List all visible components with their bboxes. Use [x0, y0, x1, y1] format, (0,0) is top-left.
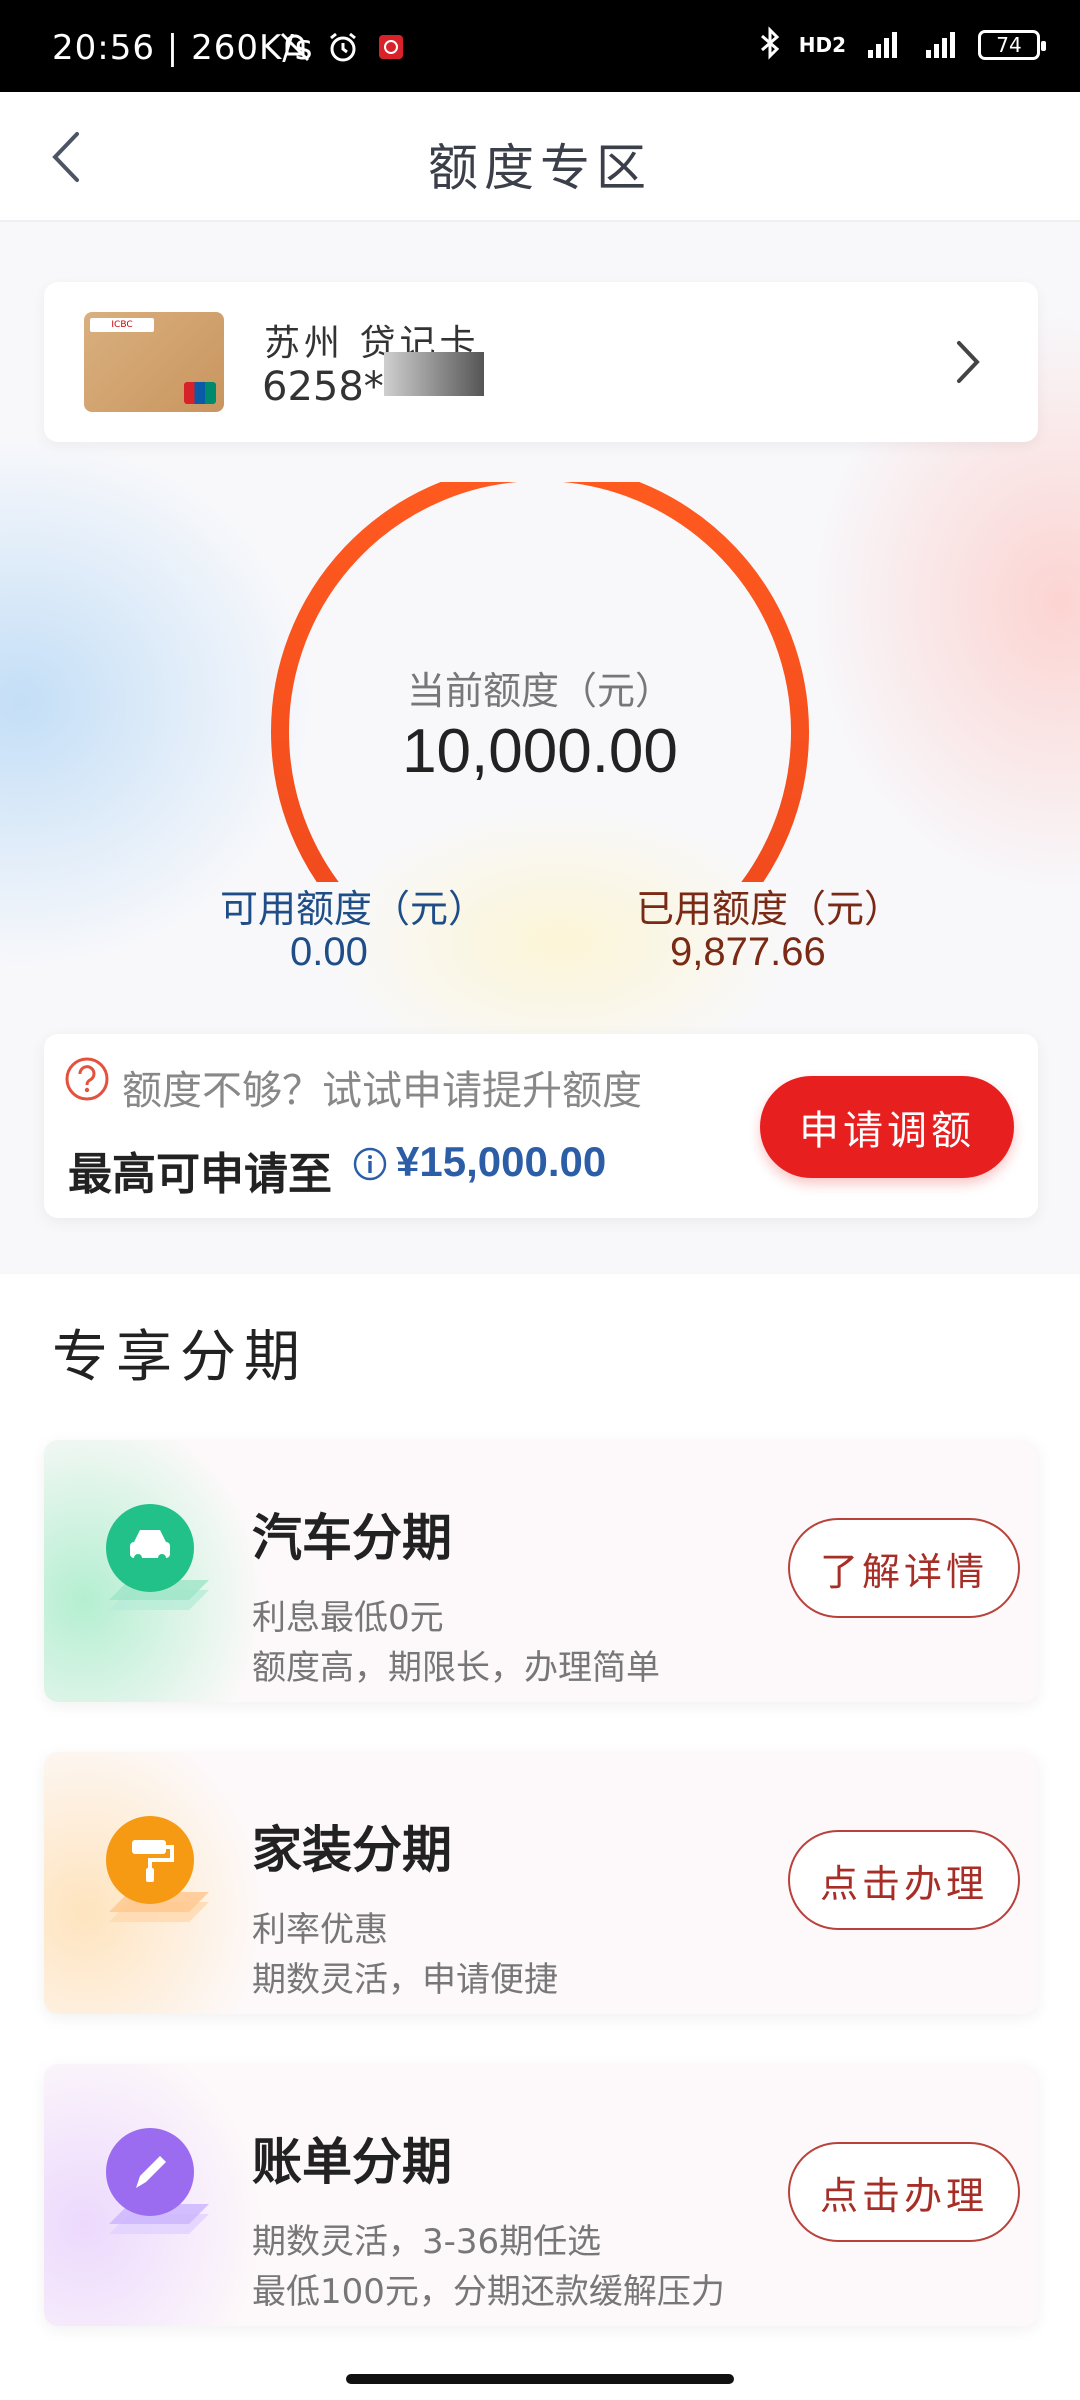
increase-hint: 额度不够？试试申请提升额度	[122, 1068, 642, 1114]
promo-line-2: 最低100元，分期还款缓解压力	[252, 2272, 725, 2312]
apply-now-button[interactable]: 点击办理	[788, 1830, 1020, 1930]
promo-title: 账单分期	[252, 2133, 452, 2191]
bank-logo-icon: ICBC	[90, 318, 154, 332]
used-credit-label: 已用额度（元）	[636, 887, 903, 931]
paint-roller-icon	[106, 1816, 209, 1922]
home-indicator[interactable]	[346, 2374, 734, 2384]
nav-bar: 额度专区	[0, 92, 1080, 222]
bluetooth-icon	[757, 26, 783, 64]
promo-line-1: 利息最低0元	[252, 1598, 444, 1638]
app-notification-icon	[374, 30, 408, 64]
unionpay-logo-icon	[184, 382, 216, 404]
question-icon	[65, 1057, 109, 1101]
promo-line-1: 利率优惠	[252, 1910, 388, 1950]
masked-number	[384, 352, 484, 396]
info-icon[interactable]	[352, 1146, 388, 1182]
card-selector[interactable]: ICBC 苏州 贷记卡 6258**	[44, 282, 1038, 442]
pen-icon	[106, 2128, 209, 2234]
mute-icon	[278, 30, 312, 64]
promo-card-bill[interactable]: 账单分期 期数灵活，3-36期任选 最低100元，分期还款缓解压力 点击办理	[44, 2064, 1038, 2326]
promo-line-1: 期数灵活，3-36期任选	[252, 2222, 602, 2262]
available-credit-label: 可用额度（元）	[220, 887, 487, 931]
current-credit-value: 10,000.00	[402, 717, 678, 786]
available-credit-value: 0.00	[290, 930, 368, 974]
alarm-icon	[326, 30, 360, 64]
section-title: 专享分期	[52, 1325, 308, 1390]
promo-line-2: 额度高，期限长，办理简单	[252, 1648, 660, 1688]
signal-5g-icon	[920, 26, 962, 64]
status-bar: 20:56 | 260K/s HD2 74	[0, 0, 1080, 92]
promo-card-home[interactable]: 家装分期 利率优惠 期数灵活，申请便捷 点击办理	[44, 1752, 1038, 2014]
promo-card-car[interactable]: 汽车分期 利息最低0元 额度高，期限长，办理简单 了解详情	[44, 1440, 1038, 1702]
battery-icon: 74	[978, 30, 1046, 60]
promo-title: 汽车分期	[252, 1509, 452, 1567]
current-credit-label: 当前额度（元）	[406, 669, 673, 713]
chevron-right-icon	[948, 334, 988, 390]
promo-line-2: 期数灵活，申请便捷	[252, 1960, 558, 2000]
apply-increase-button[interactable]: 申请调额	[760, 1076, 1014, 1178]
page-title: 额度专区	[428, 139, 652, 197]
apply-now-button[interactable]: 点击办理	[788, 2142, 1020, 2242]
status-left-icons	[278, 30, 408, 64]
max-limit-value: ¥15,000.00	[396, 1138, 607, 1185]
status-time: 20:56 | 260K/s	[52, 28, 314, 68]
bank-card-image: ICBC	[84, 312, 224, 412]
signal-4g-icon	[862, 26, 904, 64]
hd-indicator: HD2	[798, 33, 846, 57]
card-number: 6258**	[262, 364, 404, 410]
promo-title: 家装分期	[252, 1821, 452, 1879]
car-icon	[106, 1504, 209, 1610]
credit-increase-panel: 额度不够？试试申请提升额度 最高可申请至 ¥15,000.00 申请调额	[44, 1034, 1038, 1218]
max-limit-label: 最高可申请至	[68, 1149, 332, 1200]
status-right-icons: HD2 74	[757, 26, 1046, 64]
learn-more-button[interactable]: 了解详情	[788, 1518, 1020, 1618]
used-credit-value: 9,877.66	[670, 930, 826, 974]
